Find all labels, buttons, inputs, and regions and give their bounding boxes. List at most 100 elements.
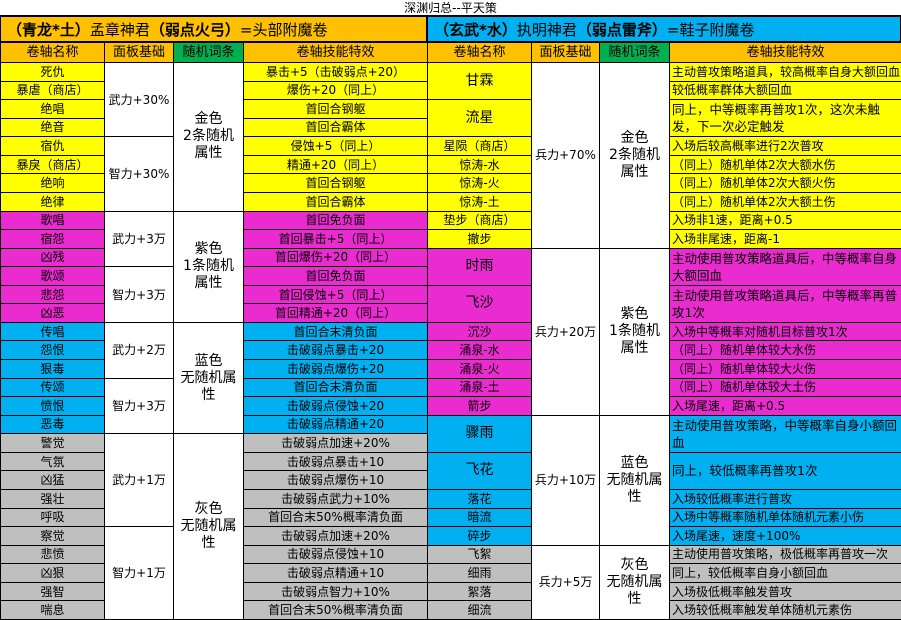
right-scroll-name: 箭步 [428, 397, 532, 416]
left-skill-effect: 击破弱点加速+20% [244, 434, 428, 453]
left-skill-effect: 首回暴击+5（同上） [244, 230, 428, 249]
left-skill-effect: 击破弱点智力+10% [244, 582, 428, 601]
spreadsheet: 深渊归总--平天策 （青龙*土）孟章神君（弱点火弓）=头部附魔卷 （玄武*水）执… [0, 0, 901, 602]
left-skill-effect: 击破弱点武力+10% [244, 489, 428, 508]
left-header-3: 卷轴技能特效 [244, 43, 428, 63]
left-skill-effect: 首回免负面 [244, 211, 428, 230]
left-scroll-name: 传唱 [1, 322, 105, 341]
left-scroll-name: 喘息 [1, 601, 105, 620]
right-row: 时雨兵力+20万紫色 1条随机 属性主动使用普攻策略道具后，中等概率自身大额回血 [428, 248, 901, 267]
left-random-affix: 蓝色 无随机属 性 [174, 322, 244, 433]
right-scroll-name: 惊涛-水 [428, 155, 532, 174]
left-random-affix: 灰色 无随机属 性 [174, 434, 244, 620]
left-row: 死仇武力+30%金色 2条随机 属性暴击+5（击破弱点+20） [1, 63, 428, 82]
left-random-affix: 金色 2条随机 属性 [174, 63, 244, 212]
right-table: 卷轴名称面板基础随机词条卷轴技能特效甘霖兵力+70%金色 2条随机 属性主动普攻… [427, 42, 901, 620]
left-skill-effect: 首回合霸体 [244, 192, 428, 211]
right-row: 骤雨兵力+10万蓝色 无随机属 性主动使用普攻策略，中等概率自身小额回血 [428, 415, 901, 434]
left-scroll-name: 察觉 [1, 527, 105, 546]
right-row: 飞絮兵力+5万灰色 无随机属 性主动使用普攻策略，极低概率再普攻一次 [428, 545, 901, 564]
right-skill-effect: 主动使用普攻策略，极低概率再普攻一次 [670, 545, 901, 564]
left-scroll-name: 强壮 [1, 489, 105, 508]
left-skill-effect: 击破弱点侵蚀+10 [244, 545, 428, 564]
left-scroll-name: 凶残 [1, 248, 105, 267]
right-skill-effect: （同上）随机单体较大土伤 [670, 378, 901, 397]
left-scroll-name: 绝响 [1, 174, 105, 193]
left-random-affix: 紫色 1条随机 属性 [174, 211, 244, 322]
right-skill-effect: 主动使用普攻策略道具后，中等概率自身大额回血 [670, 248, 901, 285]
right-skill-effect: （同上）随机单体2次大额火伤 [670, 174, 901, 193]
right-scroll-name: 细流 [428, 601, 532, 620]
left-header-1: 面板基础 [105, 43, 174, 63]
left-row: 传唱武力+2万蓝色 无随机属 性首回合末清负面 [1, 322, 428, 341]
left-scroll-name: 绝律 [1, 192, 105, 211]
right-skill-effect: 入场较低概率进行普攻 [670, 489, 901, 508]
right-scroll-name: 垫步（商店） [428, 211, 532, 230]
left-skill-effect: 首回合霸体 [244, 118, 428, 137]
left-skill-effect: 爆伤+20（同上） [244, 81, 428, 100]
left-skill-effect: 击破弱点暴击+20 [244, 341, 428, 360]
left-skill-effect: 首回合钢躯 [244, 100, 428, 119]
right-skill-effect: 入场尾速，速度+100% [670, 527, 901, 546]
left-scroll-name: 警觉 [1, 434, 105, 453]
left-scroll-name: 悲怨 [1, 285, 105, 304]
left-scroll-name: 绝唱 [1, 100, 105, 119]
left-band-prefix: （青龙*土） [7, 21, 90, 39]
right-scroll-name: 絮落 [428, 582, 532, 601]
left-header-2: 随机词条 [174, 43, 244, 63]
right-scroll-name: 涌泉-土 [428, 378, 532, 397]
left-skill-effect: 击破弱点暴击+10 [244, 452, 428, 471]
right-skill-effect: 入场较低概率触发单体随机元素伤 [670, 601, 901, 620]
right-panel-base: 兵力+5万 [532, 545, 600, 619]
left-band-name: 孟章神君 [90, 21, 150, 39]
right-header-1: 面板基础 [532, 43, 600, 63]
right-header-2: 随机词条 [600, 43, 670, 63]
left-skill-effect: 首回精通+20（同上） [244, 304, 428, 323]
left-row: 警觉武力+1万灰色 无随机属 性击破弱点加速+20% [1, 434, 428, 453]
right-scroll-name: 流星 [428, 100, 532, 137]
right-random-affix: 金色 2条随机 属性 [600, 63, 670, 249]
right-skill-effect: 主动普攻策略道具，较高概率自身大额回血 [670, 63, 901, 82]
left-skill-effect: 击破弱点爆伤+10 [244, 471, 428, 490]
left-scroll-name: 暴戾（商店） [1, 155, 105, 174]
left-scroll-name: 呼吸 [1, 508, 105, 527]
right-scroll-name: 时雨 [428, 248, 532, 285]
left-panel-base: 智力+30% [105, 137, 174, 211]
sheet-title: 深渊归总--平天策 [0, 0, 901, 16]
right-panel-base: 兵力+70% [532, 63, 600, 249]
left-skill-effect: 击破弱点爆伤+20 [244, 360, 428, 379]
left-skill-effect: 首回合钢躯 [244, 174, 428, 193]
left-skill-effect: 精通+20（同上） [244, 155, 428, 174]
right-header-3: 卷轴技能特效 [670, 43, 901, 63]
left-skill-effect: 击破弱点加速+20% [244, 527, 428, 546]
left-band-suffix: =头部附魔卷 [240, 21, 328, 39]
right-scroll-name: 涌泉-火 [428, 360, 532, 379]
left-panel-base: 武力+2万 [105, 322, 174, 378]
right-skill-effect: 主动使用普攻策略，中等概率自身小额回血 [670, 415, 901, 452]
right-random-affix: 蓝色 无随机属 性 [600, 415, 670, 545]
right-skill-effect: 入场中等概率对随机目标普攻1次 [670, 322, 901, 341]
right-skill-effect: 主动使用普攻策略道具后，中等概率再普攻1次 [670, 285, 901, 322]
right-band-title: （玄武*水）执明神君（弱点雷斧）=鞋子附魔卷 [427, 16, 901, 42]
left-scroll-name: 怨恨 [1, 341, 105, 360]
left-scroll-name: 死仇 [1, 63, 105, 82]
right-header-row: 卷轴名称面板基础随机词条卷轴技能特效 [428, 43, 901, 63]
right-skill-effect: （同上）随机单体2次大额水伤 [670, 155, 901, 174]
left-scroll-name: 宿怨 [1, 230, 105, 249]
left-panel-base: 智力+3万 [105, 378, 174, 434]
right-skill-effect: （同上）随机单体较大火伤 [670, 360, 901, 379]
right-scroll-name: 飞絮 [428, 545, 532, 564]
left-header-0: 卷轴名称 [1, 43, 105, 63]
right-row: 甘霖兵力+70%金色 2条随机 属性主动普攻策略道具，较高概率自身大额回血 [428, 63, 901, 82]
left-scroll-name: 气氛 [1, 452, 105, 471]
right-panel-base: 兵力+10万 [532, 415, 600, 545]
right-skill-effect: 同上，较低概率自身小额回血 [670, 564, 901, 583]
left-scroll-name: 悲愤 [1, 545, 105, 564]
right-random-affix: 灰色 无随机属 性 [600, 545, 670, 619]
left-scroll-name: 暴虐（商店） [1, 81, 105, 100]
left-panel-base: 武力+3万 [105, 211, 174, 267]
left-scroll-name: 愤恨 [1, 397, 105, 416]
right-skill-effect: 入场中等概率随机单体随机元素小伤 [670, 508, 901, 527]
left-scroll-name: 恶毒 [1, 415, 105, 434]
left-skill-effect: 首回合末清负面 [244, 322, 428, 341]
